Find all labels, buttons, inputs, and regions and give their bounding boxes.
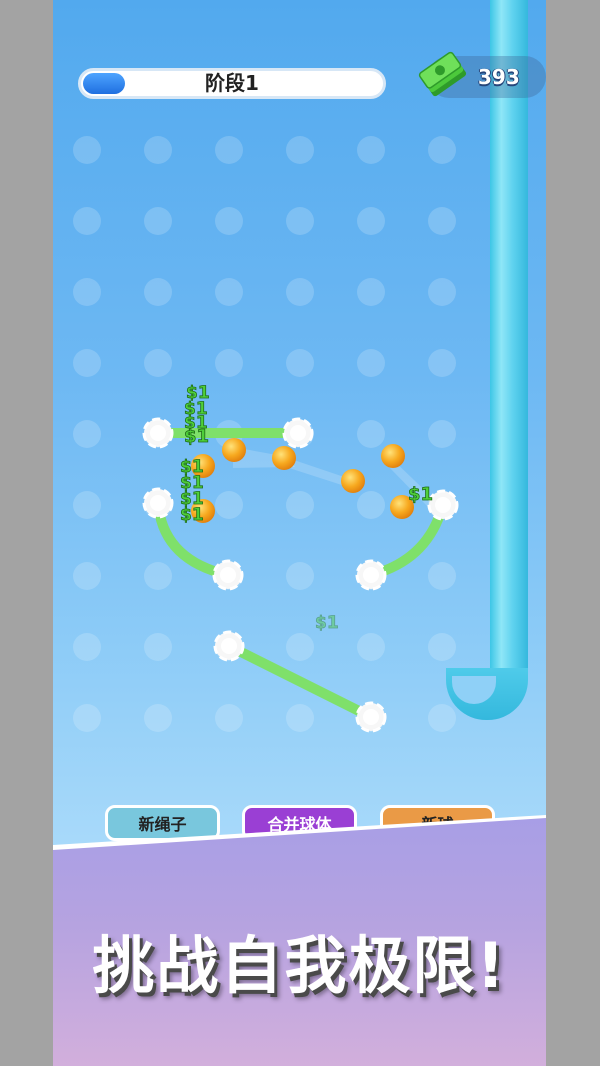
rope-anchor-peg[interactable]: [142, 417, 174, 449]
rope-anchor-peg[interactable]: [427, 489, 459, 521]
rope-anchor-peg[interactable]: [282, 417, 314, 449]
rope-anchor-peg[interactable]: [213, 630, 245, 662]
rope-anchor-peg[interactable]: [355, 559, 387, 591]
rope[interactable]: [224, 641, 376, 722]
game-viewport[interactable]: 阶段1 393 $1 $1 $1 $1 $1 $1 $1 $1 $1 $1 新绳…: [53, 0, 546, 1066]
right-letterbox: [546, 0, 600, 1066]
reward-popup: $1: [408, 484, 433, 505]
rope-anchor-peg[interactable]: [142, 487, 174, 519]
rope-anchor-peg[interactable]: [212, 559, 244, 591]
rope-anchor-peg[interactable]: [355, 701, 387, 733]
reward-popup: $1: [184, 426, 209, 447]
promo-slogan: 挑战自我极限!: [92, 929, 507, 1002]
reward-popup: $1: [180, 505, 204, 525]
ball: [381, 444, 405, 468]
ball: [222, 438, 246, 462]
ball: [341, 469, 365, 493]
play-field[interactable]: $1 $1 $1 $1 $1 $1 $1 $1 $1 $1: [53, 0, 546, 800]
reward-popup: $1: [315, 613, 339, 633]
left-letterbox: [0, 0, 53, 1066]
new-rope-button[interactable]: 新绳子: [105, 805, 220, 841]
ball: [272, 446, 296, 470]
